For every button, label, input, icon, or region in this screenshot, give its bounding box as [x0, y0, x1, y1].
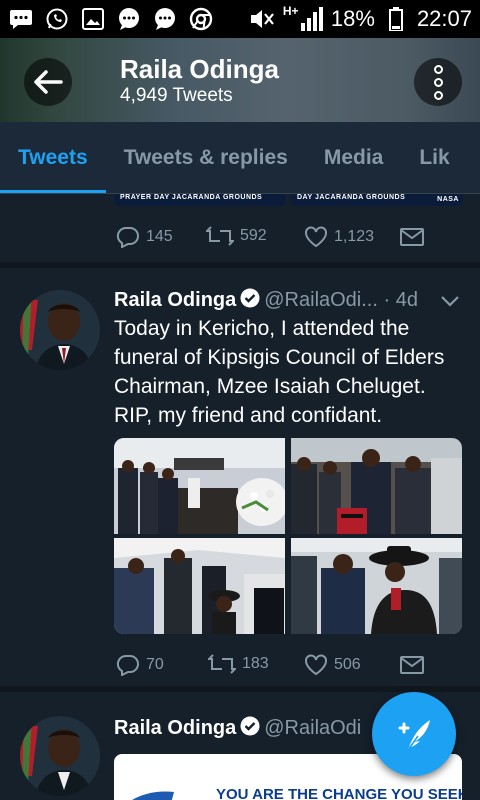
compose-tweet-button[interactable]	[372, 692, 456, 776]
mail-icon	[400, 656, 424, 674]
like-count: 506	[334, 656, 361, 673]
tweet-image[interactable]	[291, 538, 462, 634]
tweet-image[interactable]	[114, 538, 285, 634]
tweet-image[interactable]: DAY JACARANDA GROUNDS NASA	[291, 194, 463, 206]
mute-icon	[249, 6, 275, 32]
mail-icon	[400, 228, 424, 246]
reply-icon	[116, 226, 139, 248]
avatar[interactable]	[20, 716, 100, 796]
author-name[interactable]: Raila Odinga	[114, 289, 236, 311]
retweet-icon	[208, 654, 236, 674]
tweet-count: 4,949 Tweets	[120, 85, 233, 106]
tweet-image[interactable]	[291, 438, 462, 534]
tweet-image[interactable]: PRAYER DAY JACARANDA GROUNDS	[114, 194, 286, 206]
profile-tabs: Tweets Tweets & replies Media Lik	[0, 122, 480, 194]
chevron-down-icon	[441, 296, 459, 307]
tweet[interactable]: Raila Odinga @RailaOdi... · 4d Today in K…	[0, 274, 480, 692]
avatar[interactable]	[20, 290, 100, 370]
more-options-button[interactable]	[414, 58, 462, 106]
status-bar: H+ 18% 22:07	[0, 0, 480, 38]
author-handle[interactable]: @RailaOdi...	[264, 289, 378, 311]
reply-button[interactable]: 70	[116, 654, 164, 676]
more-dot-icon	[433, 64, 443, 74]
reply-count: 70	[146, 656, 164, 673]
header-title: Raila Odinga 4,949 Tweets	[120, 54, 279, 108]
like-button[interactable]: 1,123	[304, 226, 374, 248]
verified-badge-icon	[240, 288, 260, 308]
chrome-icon	[188, 6, 214, 32]
retweet-count: 183	[242, 655, 269, 672]
chat-icon	[116, 6, 142, 32]
heart-icon	[305, 226, 327, 248]
chat-icon	[152, 6, 178, 32]
clock: 22:07	[416, 6, 472, 31]
verified-badge-icon	[240, 716, 260, 736]
gallery-icon	[80, 6, 106, 32]
heart-icon	[305, 654, 327, 676]
message-icon	[8, 6, 34, 32]
network-type: H+	[282, 4, 299, 18]
more-dot-icon	[433, 77, 443, 87]
tab-tweets-replies[interactable]: Tweets & replies	[106, 122, 306, 193]
author-name[interactable]: Raila Odinga	[114, 717, 236, 739]
tweet-time: · 4d	[383, 289, 418, 311]
previous-tweet[interactable]: PRAYER DAY JACARANDA GROUNDS DAY JACARAN…	[0, 194, 480, 268]
back-button[interactable]	[24, 58, 72, 106]
share-button[interactable]	[400, 228, 424, 246]
battery-percent: 18%	[330, 6, 375, 31]
profile-header: Raila Odinga 4,949 Tweets	[0, 38, 480, 122]
retweet-button[interactable]: 183	[208, 654, 269, 674]
like-button[interactable]: 506	[304, 654, 361, 676]
image-caption: PRAYER DAY JACARANDA GROUNDS	[120, 194, 263, 201]
profile-name: Raila Odinga	[120, 54, 279, 84]
share-button[interactable]	[400, 656, 424, 674]
like-count: 1,123	[334, 228, 375, 245]
retweet-count: 592	[240, 227, 267, 244]
reply-icon	[116, 654, 139, 676]
tab-likes[interactable]: Lik	[401, 122, 467, 193]
author-handle[interactable]: @RailaOdi	[264, 717, 361, 739]
image-logo-text: NASA	[437, 196, 459, 203]
card-headline: YOU ARE THE CHANGE YOU SEEK	[216, 786, 462, 800]
back-arrow-icon	[34, 70, 63, 94]
tab-tweets[interactable]: Tweets	[0, 122, 106, 193]
tab-media[interactable]: Media	[306, 122, 402, 193]
tweet-header: Raila Odinga @RailaOdi	[114, 716, 361, 740]
retweet-button[interactable]: 592	[206, 226, 267, 246]
reply-button[interactable]: 145	[116, 226, 173, 248]
tweet-image[interactable]	[114, 438, 285, 534]
whatsapp-icon	[44, 6, 70, 32]
signal-icon: H+	[282, 4, 323, 32]
tweet-media-grid	[114, 438, 462, 634]
battery-icon	[383, 6, 409, 32]
more-dot-icon	[433, 90, 443, 100]
retweet-icon	[206, 226, 234, 246]
compose-feather-icon	[398, 720, 430, 751]
tweet-menu-button[interactable]	[440, 294, 460, 312]
tweet-header: Raila Odinga @RailaOdi... · 4d	[114, 288, 418, 312]
reply-count: 145	[146, 228, 173, 245]
tweet-text: Today in Kericho, I attended the funeral…	[114, 317, 445, 427]
